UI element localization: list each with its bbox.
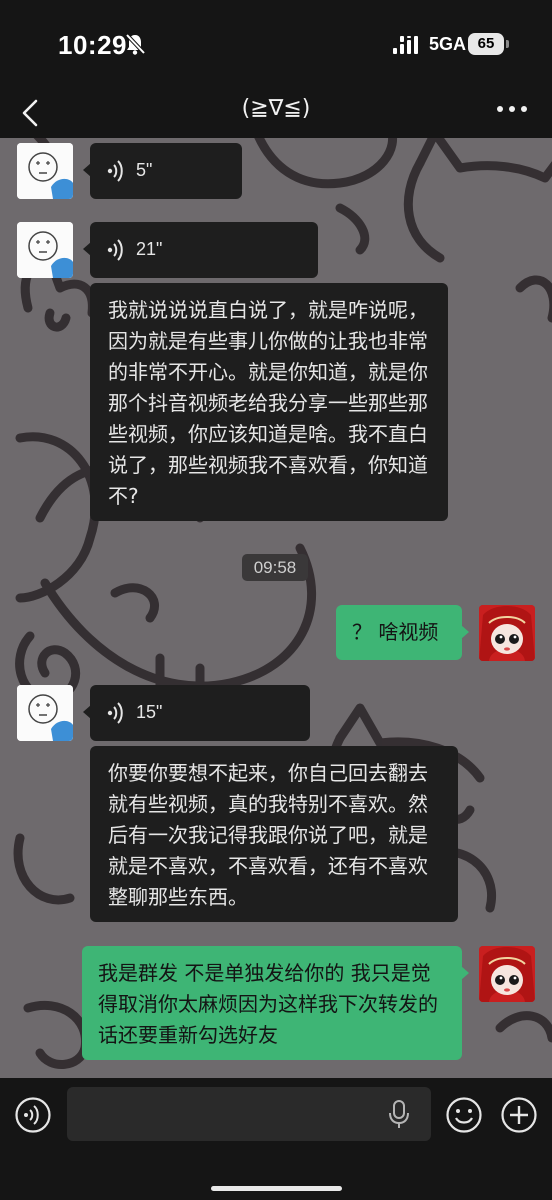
voice-wave-icon [107, 702, 123, 724]
emoji-icon[interactable] [445, 1096, 483, 1134]
battery-level: 65 [468, 33, 504, 55]
contact-avatar-image [17, 685, 73, 741]
message-input[interactable] [67, 1087, 431, 1141]
home-indicator[interactable] [211, 1186, 342, 1191]
user-avatar-image [479, 946, 535, 1002]
input-bar [0, 1078, 552, 1200]
chat-area[interactable]: 5" 21" 我就说说说直白说了，就是咋说呢，因为就是有些事儿你做的让我也非常的… [0, 138, 552, 1078]
outgoing-message-bubble[interactable]: 我是群发 不是单独发给你的 我只是觉得取消你太麻烦因为这样我下次转发的话还要重新… [82, 946, 469, 1060]
chat-background-wallpaper [13, 138, 552, 1069]
voice-message-bubble[interactable]: 21" [83, 222, 318, 278]
chat-header: (≧∇≦) [0, 90, 552, 138]
bell-slash-icon [125, 33, 146, 55]
more-horizontal-icon[interactable] [496, 104, 528, 114]
user-avatar-image [479, 605, 535, 661]
contact-avatar-image [17, 222, 73, 278]
microphone-icon[interactable] [388, 1100, 410, 1130]
contact-avatar-image [17, 143, 73, 199]
voice-duration: 21" [136, 239, 163, 259]
voice-wave-icon [107, 160, 123, 182]
voice-message-bubble[interactable]: 5" [83, 143, 242, 199]
user-avatar[interactable] [479, 946, 535, 1002]
status-time: 10:29 [58, 30, 127, 60]
voice-duration: 15" [136, 702, 163, 722]
signal-icon [393, 36, 418, 54]
contact-avatar[interactable] [17, 143, 73, 199]
voice-duration: 5" [136, 160, 153, 180]
voice-transcript-bubble[interactable]: 我就说说说直白说了，就是咋说呢，因为就是有些事儿你做的让我也非常的非常不开心。就… [90, 283, 448, 521]
plus-circle-icon[interactable] [500, 1096, 538, 1134]
chat-title: (≧∇≦) [241, 96, 311, 121]
status-bar: 10:29 5GA 65 [0, 0, 552, 90]
voice-mode-icon[interactable] [14, 1096, 52, 1134]
battery-tip [506, 40, 509, 48]
network-type: 5GA [429, 34, 467, 54]
voice-message-bubble[interactable]: 15" [83, 685, 310, 741]
outgoing-message-bubble[interactable]: ？ 啥视频 [336, 605, 469, 660]
voice-transcript-bubble[interactable]: 你要你要想不起来，你自己回去翻去就有些视频，真的我特别不喜欢。然后有一次我记得我… [90, 746, 458, 922]
contact-avatar[interactable] [17, 685, 73, 741]
voice-wave-icon [107, 239, 123, 261]
user-avatar[interactable] [479, 605, 535, 661]
message-timestamp: 09:58 [242, 554, 308, 581]
contact-avatar[interactable] [17, 222, 73, 278]
